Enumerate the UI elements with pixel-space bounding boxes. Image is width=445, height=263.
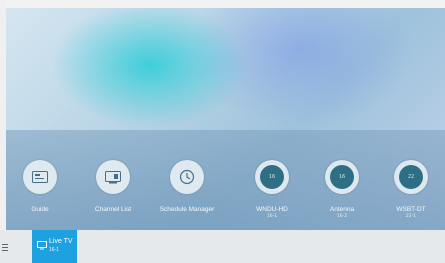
channel-wsbt-number: 22-1 — [405, 214, 417, 219]
channel-antenna-button[interactable]: 16 — [325, 160, 359, 194]
channel-wndu-number: 16-1 — [266, 214, 278, 219]
schedule-manager-tile[interactable]: Schedule Manager — [154, 160, 220, 213]
guide-tile[interactable]: Guide — [18, 160, 62, 213]
schedule-clock-icon — [179, 169, 195, 185]
channel-list-button[interactable] — [96, 160, 130, 194]
guide-label: Guide — [31, 206, 49, 213]
channel-wsbt-button[interactable]: 22 — [394, 160, 428, 194]
schedule-manager-label: Schedule Manager — [159, 206, 215, 213]
tv-icon — [37, 241, 47, 250]
channel-antenna-number: 16-2 — [336, 214, 348, 219]
channel-tile-antenna[interactable]: 16 Antenna 16-2 — [320, 160, 364, 219]
channel-list-label: Channel List — [94, 206, 132, 213]
channel-badge: 16 — [260, 165, 284, 189]
live-tv-panel — [6, 130, 445, 230]
channel-wndu-button[interactable]: 16 — [255, 160, 289, 194]
live-tv-channel: 16-1 — [49, 247, 60, 253]
channel-wsbt-label: WSBT-DT — [396, 206, 426, 213]
guide-button[interactable] — [23, 160, 57, 194]
live-tv-title: Live TV — [49, 238, 73, 245]
channel-list-icon — [105, 170, 121, 183]
channel-tile-wsbt[interactable]: 22 WSBT-DT 22-1 — [389, 160, 433, 219]
screen-bezel-top — [0, 0, 445, 8]
tv-screen: Guide Channel List Schedule Manager 16 W… — [0, 0, 445, 263]
channel-badge: 22 — [399, 165, 423, 189]
channel-antenna-label: Antenna — [329, 206, 355, 213]
guide-icon — [32, 171, 48, 183]
live-tv-tile[interactable]: Live TV 16-1 — [32, 230, 77, 263]
channel-wndu-label: WNDU-HD — [256, 206, 288, 213]
schedule-manager-button[interactable] — [170, 160, 204, 194]
channel-badge: 16 — [330, 165, 354, 189]
channel-list-tile[interactable]: Channel List — [88, 160, 138, 213]
channel-tile-wndu[interactable]: 16 WNDU-HD 16-1 — [250, 160, 294, 219]
menu-icon[interactable] — [2, 244, 8, 251]
